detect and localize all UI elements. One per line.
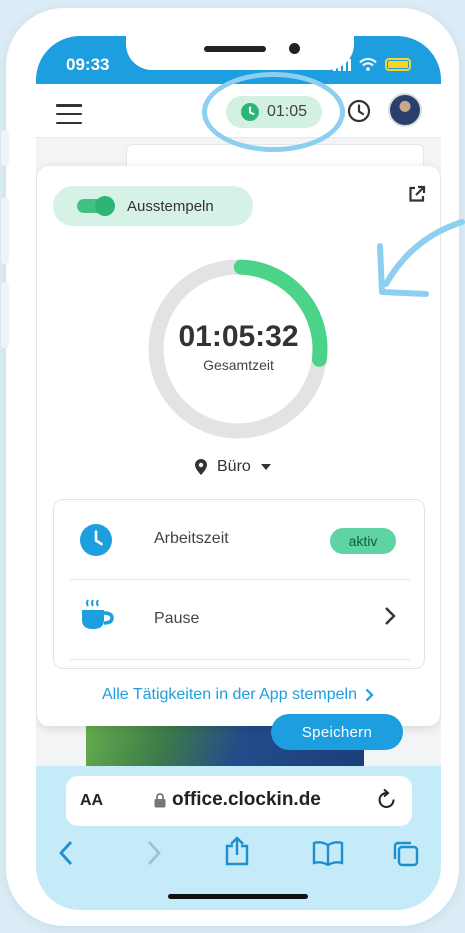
back-icon[interactable] — [58, 840, 74, 866]
location-pin-icon — [195, 459, 207, 475]
all-activities-label: Alle Tätigkeiten in der App stempeln — [102, 686, 357, 703]
browser-nav-row — [36, 836, 441, 876]
activity-label: Arbeitszeit — [154, 530, 229, 547]
url-display: office.clockin.de — [154, 789, 321, 811]
home-indicator — [168, 894, 308, 899]
url-text: office.clockin.de — [172, 789, 321, 810]
clock-out-toggle[interactable]: Ausstempeln — [53, 186, 253, 226]
toggle-label: Ausstempeln — [127, 197, 214, 215]
bookmarks-icon[interactable] — [312, 840, 344, 866]
share-icon[interactable] — [224, 836, 250, 866]
phone-notch — [126, 36, 354, 70]
chevron-right-icon — [365, 688, 374, 702]
phone-side-button — [1, 130, 9, 166]
chevron-right-icon[interactable] — [384, 606, 396, 626]
tabs-icon[interactable] — [392, 840, 420, 868]
notch-speaker — [204, 46, 266, 52]
highlight-ring — [202, 72, 345, 152]
location-label: Büro — [217, 458, 251, 475]
location-dropdown[interactable]: Büro — [195, 458, 271, 476]
menu-icon[interactable] — [56, 104, 82, 124]
text-size-button[interactable]: AA — [80, 792, 103, 810]
coffee-cup-icon — [82, 599, 114, 629]
total-time: 01:05:32 — [178, 320, 299, 353]
save-button[interactable]: Speichern — [271, 714, 403, 750]
status-time: 09:33 — [66, 55, 110, 74]
url-bar[interactable]: AA office.clockin.de — [66, 776, 412, 826]
external-link-icon[interactable] — [407, 184, 427, 204]
all-activities-link[interactable]: Alle Tätigkeiten in der App stempeln — [102, 686, 374, 704]
lock-icon — [154, 792, 166, 807]
clock-icon — [80, 524, 112, 556]
forward-icon[interactable] — [146, 840, 162, 866]
history-icon[interactable] — [346, 98, 372, 124]
activity-label: Pause — [154, 610, 200, 627]
activity-card: Arbeitszeit aktiv Pause — [53, 499, 425, 669]
phone-side-button — [1, 198, 9, 264]
total-time-label: Gesamtzeit — [203, 357, 274, 373]
browser-toolbar: AA office.clockin.de — [36, 766, 441, 910]
wifi-icon — [359, 58, 377, 71]
status-badge: aktiv — [330, 528, 396, 554]
toggle-switch[interactable] — [77, 196, 115, 216]
battery-icon — [385, 58, 411, 71]
activity-row-pause[interactable]: Pause — [70, 580, 410, 660]
notch-camera — [289, 43, 300, 54]
pointer-arrow-icon — [377, 219, 465, 297]
reload-icon[interactable] — [376, 788, 398, 812]
phone-screen: 09:33 01:05 Ausstempeln 01:05:32 Gesamtz… — [36, 36, 441, 910]
phone-side-button — [1, 282, 9, 348]
activity-row-arbeitszeit[interactable]: Arbeitszeit aktiv — [70, 500, 410, 580]
caret-down-icon — [260, 464, 271, 470]
avatar[interactable] — [388, 93, 422, 127]
